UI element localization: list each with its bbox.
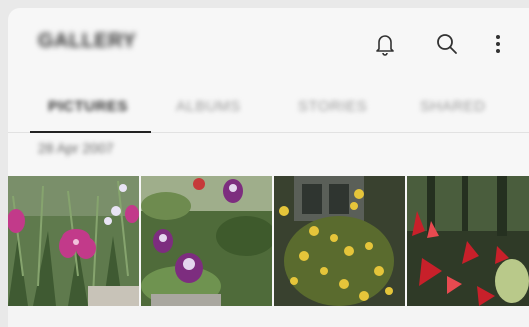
date-header: 28 Apr 2007 [38,140,114,156]
bottom-area [8,306,529,327]
gallery-app-window: GALLERY PICTURES ALBUMS STORIES SHARED 2… [8,8,529,327]
photo-grid [8,176,529,306]
tab-albums[interactable]: ALBUMS [176,98,241,115]
more-vertical-icon[interactable] [484,30,512,58]
photo-thumbnail-4[interactable] [407,176,529,306]
tab-shared[interactable]: SHARED [420,98,486,115]
app-header: GALLERY [8,8,529,80]
photo-thumbnail-1[interactable] [8,176,139,306]
app-title: GALLERY [38,30,137,52]
search-icon[interactable] [433,30,461,58]
tab-indicator [30,131,151,133]
photo-thumbnail-2[interactable] [141,176,272,306]
tab-pictures[interactable]: PICTURES [48,98,128,115]
bell-icon[interactable] [371,30,399,58]
tab-bar: PICTURES ALBUMS STORIES SHARED [8,86,529,133]
photo-thumbnail-3[interactable] [274,176,405,306]
tab-stories[interactable]: STORIES [298,98,367,115]
